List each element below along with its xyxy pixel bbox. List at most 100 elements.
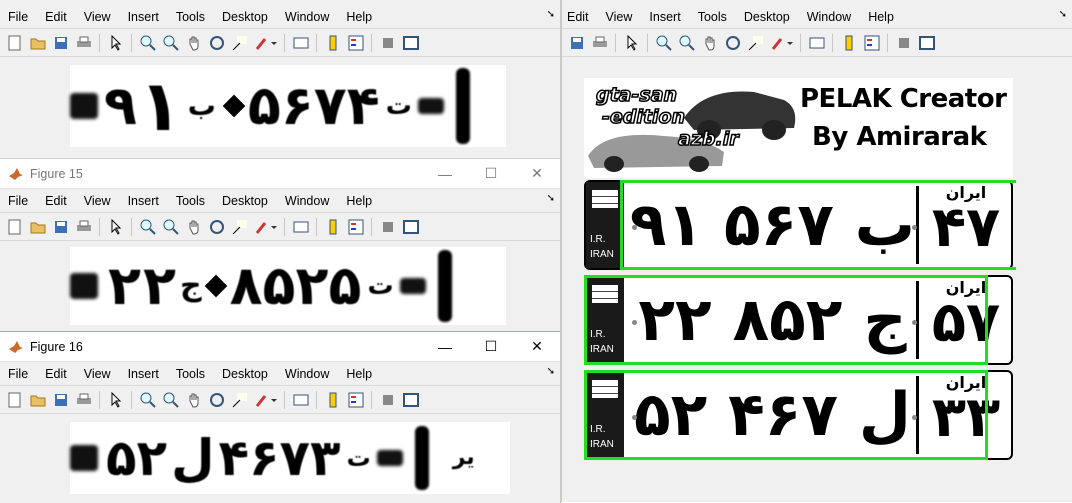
menu-view[interactable]: View bbox=[76, 10, 120, 24]
brush-icon[interactable] bbox=[770, 34, 794, 52]
minimize-button[interactable]: — bbox=[422, 332, 468, 361]
show-plot-tools-icon[interactable] bbox=[402, 34, 420, 52]
menu-edit[interactable]: Edit bbox=[37, 194, 76, 208]
menu-edit[interactable]: Edit bbox=[562, 10, 598, 24]
menu-file[interactable]: File bbox=[0, 194, 37, 208]
menu-help[interactable]: Help bbox=[338, 194, 381, 208]
hide-plot-tools-icon[interactable] bbox=[379, 391, 397, 409]
menu-tools[interactable]: Tools bbox=[168, 10, 214, 24]
pan-icon[interactable] bbox=[701, 34, 719, 52]
menu-insert[interactable]: Insert bbox=[120, 194, 168, 208]
maximize-button[interactable]: ☐ bbox=[468, 159, 514, 188]
legend-icon[interactable] bbox=[347, 34, 365, 52]
close-button[interactable]: ✕ bbox=[514, 159, 560, 188]
rotate-3d-icon[interactable] bbox=[208, 218, 226, 236]
menu-tools[interactable]: Tools bbox=[168, 367, 214, 381]
menu-desktop[interactable]: Desktop bbox=[736, 10, 799, 24]
menu-file[interactable]: File bbox=[0, 10, 37, 24]
zoom-in-icon[interactable] bbox=[655, 34, 673, 52]
zoom-out-icon[interactable] bbox=[162, 391, 180, 409]
menu-insert[interactable]: Insert bbox=[641, 10, 689, 24]
colorbar-icon[interactable] bbox=[324, 218, 342, 236]
new-figure-icon[interactable] bbox=[6, 34, 24, 52]
menu-window[interactable]: Window bbox=[799, 10, 860, 24]
zoom-out-icon[interactable] bbox=[162, 218, 180, 236]
hide-plot-tools-icon[interactable] bbox=[379, 218, 397, 236]
menu-overflow-arrow-icon[interactable]: ➘ bbox=[547, 9, 555, 20]
save-icon[interactable] bbox=[568, 34, 586, 52]
menu-tools[interactable]: Tools bbox=[690, 10, 736, 24]
data-cursor-icon[interactable] bbox=[747, 34, 765, 52]
data-cursor-icon[interactable] bbox=[231, 218, 249, 236]
zoom-in-icon[interactable] bbox=[139, 34, 157, 52]
open-icon[interactable] bbox=[29, 34, 47, 52]
menu-desktop[interactable]: Desktop bbox=[214, 10, 277, 24]
colorbar-icon[interactable] bbox=[840, 34, 858, 52]
legend-icon[interactable] bbox=[863, 34, 881, 52]
link-plot-icon[interactable] bbox=[808, 34, 826, 52]
print-icon[interactable] bbox=[591, 34, 609, 52]
select-arrow-icon[interactable] bbox=[107, 34, 125, 52]
brush-icon[interactable] bbox=[254, 34, 278, 52]
new-figure-icon[interactable] bbox=[6, 218, 24, 236]
menu-overflow-arrow-icon[interactable]: ➘ bbox=[547, 366, 555, 377]
menu-insert[interactable]: Insert bbox=[120, 10, 168, 24]
legend-icon[interactable] bbox=[347, 218, 365, 236]
menu-overflow-arrow-icon[interactable]: ➘ bbox=[1059, 9, 1067, 20]
menu-view[interactable]: View bbox=[598, 10, 642, 24]
hide-plot-tools-icon[interactable] bbox=[379, 34, 397, 52]
menu-desktop[interactable]: Desktop bbox=[214, 194, 277, 208]
brush-icon[interactable] bbox=[254, 218, 278, 236]
zoom-in-icon[interactable] bbox=[139, 218, 157, 236]
menu-edit[interactable]: Edit bbox=[37, 10, 76, 24]
select-arrow-icon[interactable] bbox=[107, 391, 125, 409]
colorbar-icon[interactable] bbox=[324, 34, 342, 52]
zoom-in-icon[interactable] bbox=[139, 391, 157, 409]
colorbar-icon[interactable] bbox=[324, 391, 342, 409]
data-cursor-icon[interactable] bbox=[231, 34, 249, 52]
pan-icon[interactable] bbox=[185, 391, 203, 409]
menu-window[interactable]: Window bbox=[277, 367, 338, 381]
legend-icon[interactable] bbox=[347, 391, 365, 409]
hide-plot-tools-icon[interactable] bbox=[895, 34, 913, 52]
maximize-button[interactable]: ☐ bbox=[468, 332, 514, 361]
rotate-3d-icon[interactable] bbox=[208, 391, 226, 409]
print-icon[interactable] bbox=[75, 34, 93, 52]
menu-window[interactable]: Window bbox=[277, 194, 338, 208]
save-icon[interactable] bbox=[52, 218, 70, 236]
brush-icon[interactable] bbox=[254, 391, 278, 409]
menu-help[interactable]: Help bbox=[338, 10, 381, 24]
select-arrow-icon[interactable] bbox=[107, 218, 125, 236]
menu-file[interactable]: File bbox=[0, 367, 37, 381]
new-figure-icon[interactable] bbox=[6, 391, 24, 409]
menu-view[interactable]: View bbox=[76, 367, 120, 381]
rotate-3d-icon[interactable] bbox=[208, 34, 226, 52]
data-cursor-icon[interactable] bbox=[231, 391, 249, 409]
menu-edit[interactable]: Edit bbox=[37, 367, 76, 381]
menu-desktop[interactable]: Desktop bbox=[214, 367, 277, 381]
pan-icon[interactable] bbox=[185, 34, 203, 52]
link-plot-icon[interactable] bbox=[292, 34, 310, 52]
menu-view[interactable]: View bbox=[76, 194, 120, 208]
print-icon[interactable] bbox=[75, 218, 93, 236]
show-plot-tools-icon[interactable] bbox=[402, 391, 420, 409]
print-icon[interactable] bbox=[75, 391, 93, 409]
show-plot-tools-icon[interactable] bbox=[918, 34, 936, 52]
zoom-out-icon[interactable] bbox=[162, 34, 180, 52]
minimize-button[interactable]: — bbox=[422, 159, 468, 188]
close-button[interactable]: ✕ bbox=[514, 332, 560, 361]
save-icon[interactable] bbox=[52, 391, 70, 409]
open-icon[interactable] bbox=[29, 391, 47, 409]
link-plot-icon[interactable] bbox=[292, 391, 310, 409]
menu-overflow-arrow-icon[interactable]: ➘ bbox=[547, 193, 555, 204]
zoom-out-icon[interactable] bbox=[678, 34, 696, 52]
link-plot-icon[interactable] bbox=[292, 218, 310, 236]
open-icon[interactable] bbox=[29, 218, 47, 236]
menu-insert[interactable]: Insert bbox=[120, 367, 168, 381]
menu-help[interactable]: Help bbox=[860, 10, 903, 24]
menu-window[interactable]: Window bbox=[277, 10, 338, 24]
save-icon[interactable] bbox=[52, 34, 70, 52]
rotate-3d-icon[interactable] bbox=[724, 34, 742, 52]
menu-tools[interactable]: Tools bbox=[168, 194, 214, 208]
menu-help[interactable]: Help bbox=[338, 367, 381, 381]
